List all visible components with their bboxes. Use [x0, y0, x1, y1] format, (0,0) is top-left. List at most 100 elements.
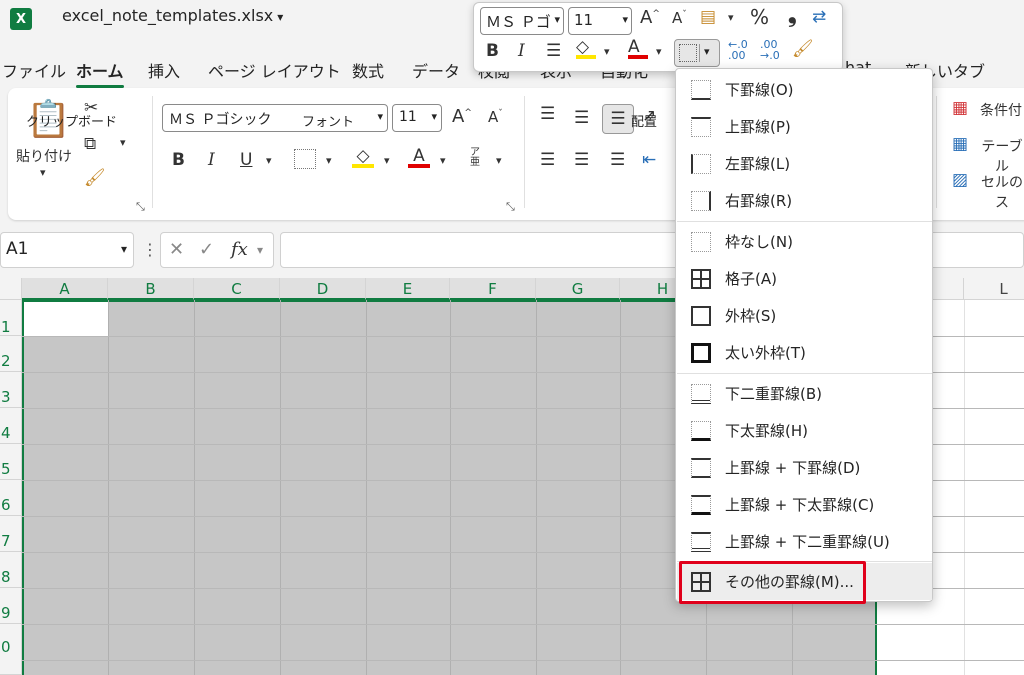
- clipboard-launcher-icon[interactable]: ⤡: [136, 200, 145, 214]
- align-right-icon[interactable]: ☰: [610, 150, 625, 170]
- accounting-format-icon[interactable]: ▤: [700, 7, 716, 27]
- mini-font-size-combo[interactable]: 11 ▾: [568, 7, 632, 35]
- align-middle-icon[interactable]: ☰: [574, 108, 589, 128]
- column-header-c[interactable]: C: [194, 278, 280, 300]
- row-header-7[interactable]: 7: [0, 516, 22, 552]
- align-top-icon[interactable]: ☰: [540, 104, 555, 124]
- center-icon[interactable]: ☰: [546, 41, 561, 61]
- row-header-6[interactable]: 6: [0, 480, 22, 516]
- insert-function-icon[interactable]: fx: [231, 239, 248, 260]
- underline-dropdown-icon[interactable]: ▾: [266, 154, 272, 167]
- italic-icon[interactable]: I: [518, 41, 525, 61]
- row-header-10[interactable]: 0: [0, 624, 22, 675]
- menu-item-more-borders[interactable]: その他の罫線(M)...: [677, 563, 932, 600]
- menu-item-all-borders[interactable]: 格子(A): [677, 260, 932, 297]
- column-header-l[interactable]: L: [964, 278, 1024, 300]
- row-header-9[interactable]: 9: [0, 588, 22, 624]
- menu-item-top-double-bottom-border[interactable]: 上罫線 + 下二重罫線(U): [677, 523, 932, 560]
- name-box[interactable]: A1 ▾: [0, 232, 134, 268]
- borders-icon[interactable]: [294, 149, 316, 169]
- active-cell-a1[interactable]: [24, 302, 108, 336]
- align-center-icon[interactable]: ☰: [574, 150, 589, 170]
- chevron-down-icon[interactable]: ▾: [257, 243, 263, 257]
- row-header-5[interactable]: 5: [0, 444, 22, 480]
- mini-font-name-combo[interactable]: ＭＳ Ｐゴ ▾: [480, 7, 564, 35]
- menu-item-bottom-double-border[interactable]: 下二重罫線(B): [677, 375, 932, 412]
- cell-styles-icon[interactable]: ▨: [952, 170, 968, 190]
- align-left-icon[interactable]: ☰: [540, 150, 555, 170]
- font-color-dropdown-icon[interactable]: ▾: [656, 45, 662, 58]
- underline-icon[interactable]: U: [240, 150, 252, 170]
- menu-item-thick-bottom-border[interactable]: 下太罫線(H): [677, 412, 932, 449]
- document-title[interactable]: excel_note_templates.xlsx ▾: [62, 6, 283, 25]
- percent-style-icon[interactable]: %: [750, 5, 769, 29]
- menu-item-bottom-border[interactable]: 下罫線(O): [677, 71, 932, 108]
- copy-dropdown-icon[interactable]: ▾: [120, 136, 126, 149]
- copy-icon[interactable]: ⧉: [84, 134, 96, 154]
- phonetic-guide-icon[interactable]: ア亜: [470, 148, 480, 168]
- accounting-dropdown-icon[interactable]: ▾: [728, 11, 734, 24]
- row-header-1[interactable]: 1: [0, 300, 22, 336]
- format-painter-icon[interactable]: 🖌: [792, 39, 814, 59]
- tab-insert[interactable]: 挿入: [148, 58, 180, 82]
- font-color-dropdown-icon[interactable]: ▾: [440, 154, 446, 167]
- menu-item-no-border[interactable]: 枠なし(N): [677, 223, 932, 260]
- decrease-font-size-icon[interactable]: Aˇ: [488, 108, 503, 126]
- borders-button[interactable]: ▾: [674, 39, 720, 67]
- column-header-e[interactable]: E: [366, 278, 450, 300]
- cell-styles-label[interactable]: セルのス: [980, 172, 1024, 212]
- decrease-indent-icon[interactable]: ⇤: [642, 150, 656, 170]
- font-name-combo[interactable]: ＭＳ Ｐゴシック ▾: [162, 104, 388, 132]
- increase-decimal-icon[interactable]: ←.0.00: [728, 39, 748, 61]
- menu-item-top-thick-bottom-border[interactable]: 上罫線 + 下太罫線(C): [677, 486, 932, 523]
- format-as-table-icon[interactable]: ▦: [952, 134, 968, 154]
- italic-icon[interactable]: I: [208, 150, 215, 170]
- decrease-decimal-icon[interactable]: .00 →.0: [760, 39, 780, 61]
- decrease-font-size-icon[interactable]: Aˇ: [672, 9, 687, 27]
- menu-item-outside-borders[interactable]: 外枠(S): [677, 297, 932, 334]
- cancel-icon[interactable]: ✕: [169, 239, 184, 260]
- column-header-g[interactable]: G: [536, 278, 620, 300]
- row-header-4[interactable]: 4: [0, 408, 22, 444]
- bold-icon[interactable]: B: [486, 41, 499, 61]
- format-painter-icon[interactable]: 🖌: [84, 168, 106, 188]
- row-header-3[interactable]: 3: [0, 372, 22, 408]
- menu-item-thick-outside-borders[interactable]: 太い外枠(T): [677, 334, 932, 371]
- tab-formulas[interactable]: 数式: [352, 58, 384, 82]
- column-header-b[interactable]: B: [108, 278, 194, 300]
- font-color-icon[interactable]: A: [408, 146, 430, 168]
- tab-page-layout[interactable]: ページ レイアウト: [208, 58, 341, 82]
- fill-color-icon[interactable]: ◇: [576, 37, 596, 59]
- format-as-table-label[interactable]: テーブル: [980, 136, 1024, 176]
- tab-home[interactable]: ホーム: [76, 58, 124, 88]
- fill-color-dropdown-icon[interactable]: ▾: [604, 45, 610, 58]
- enter-icon[interactable]: ✓: [199, 239, 214, 260]
- font-size-combo[interactable]: 11 ▾: [392, 104, 442, 132]
- paste-button-label[interactable]: 貼り付け: [16, 146, 72, 166]
- increase-font-size-icon[interactable]: A^: [452, 106, 472, 127]
- font-color-icon[interactable]: A: [628, 37, 648, 59]
- column-header-a[interactable]: A: [22, 278, 108, 300]
- menu-item-top-bottom-border[interactable]: 上罫線 + 下罫線(D): [677, 449, 932, 486]
- fill-color-dropdown-icon[interactable]: ▾: [384, 154, 390, 167]
- tab-data[interactable]: データ: [412, 58, 460, 82]
- fill-color-icon[interactable]: ◇: [352, 146, 374, 168]
- phonetic-dropdown-icon[interactable]: ▾: [496, 154, 502, 167]
- menu-item-right-border[interactable]: 右罫線(R): [677, 182, 932, 219]
- borders-dropdown-icon[interactable]: ▾: [326, 154, 332, 167]
- select-all-corner[interactable]: [0, 278, 22, 300]
- row-header-2[interactable]: 2: [0, 336, 22, 372]
- column-header-d[interactable]: D: [280, 278, 366, 300]
- bold-icon[interactable]: B: [172, 150, 185, 170]
- menu-item-top-border[interactable]: 上罫線(P): [677, 108, 932, 145]
- row-header-8[interactable]: 8: [0, 552, 22, 588]
- increase-font-size-icon[interactable]: A^: [640, 7, 660, 28]
- font-launcher-icon[interactable]: ⤡: [506, 200, 515, 214]
- conditional-formatting-icon[interactable]: ▦: [952, 98, 968, 118]
- comma-style-icon[interactable]: ❟: [788, 3, 797, 28]
- menu-item-left-border[interactable]: 左罫線(L): [677, 145, 932, 182]
- more-options-icon[interactable]: ⋮: [142, 240, 158, 259]
- conditional-formatting-label[interactable]: 条件付: [980, 100, 1022, 120]
- paste-dropdown-icon[interactable]: ▾: [40, 166, 46, 179]
- wrap-text-icon[interactable]: ⇄: [812, 7, 826, 27]
